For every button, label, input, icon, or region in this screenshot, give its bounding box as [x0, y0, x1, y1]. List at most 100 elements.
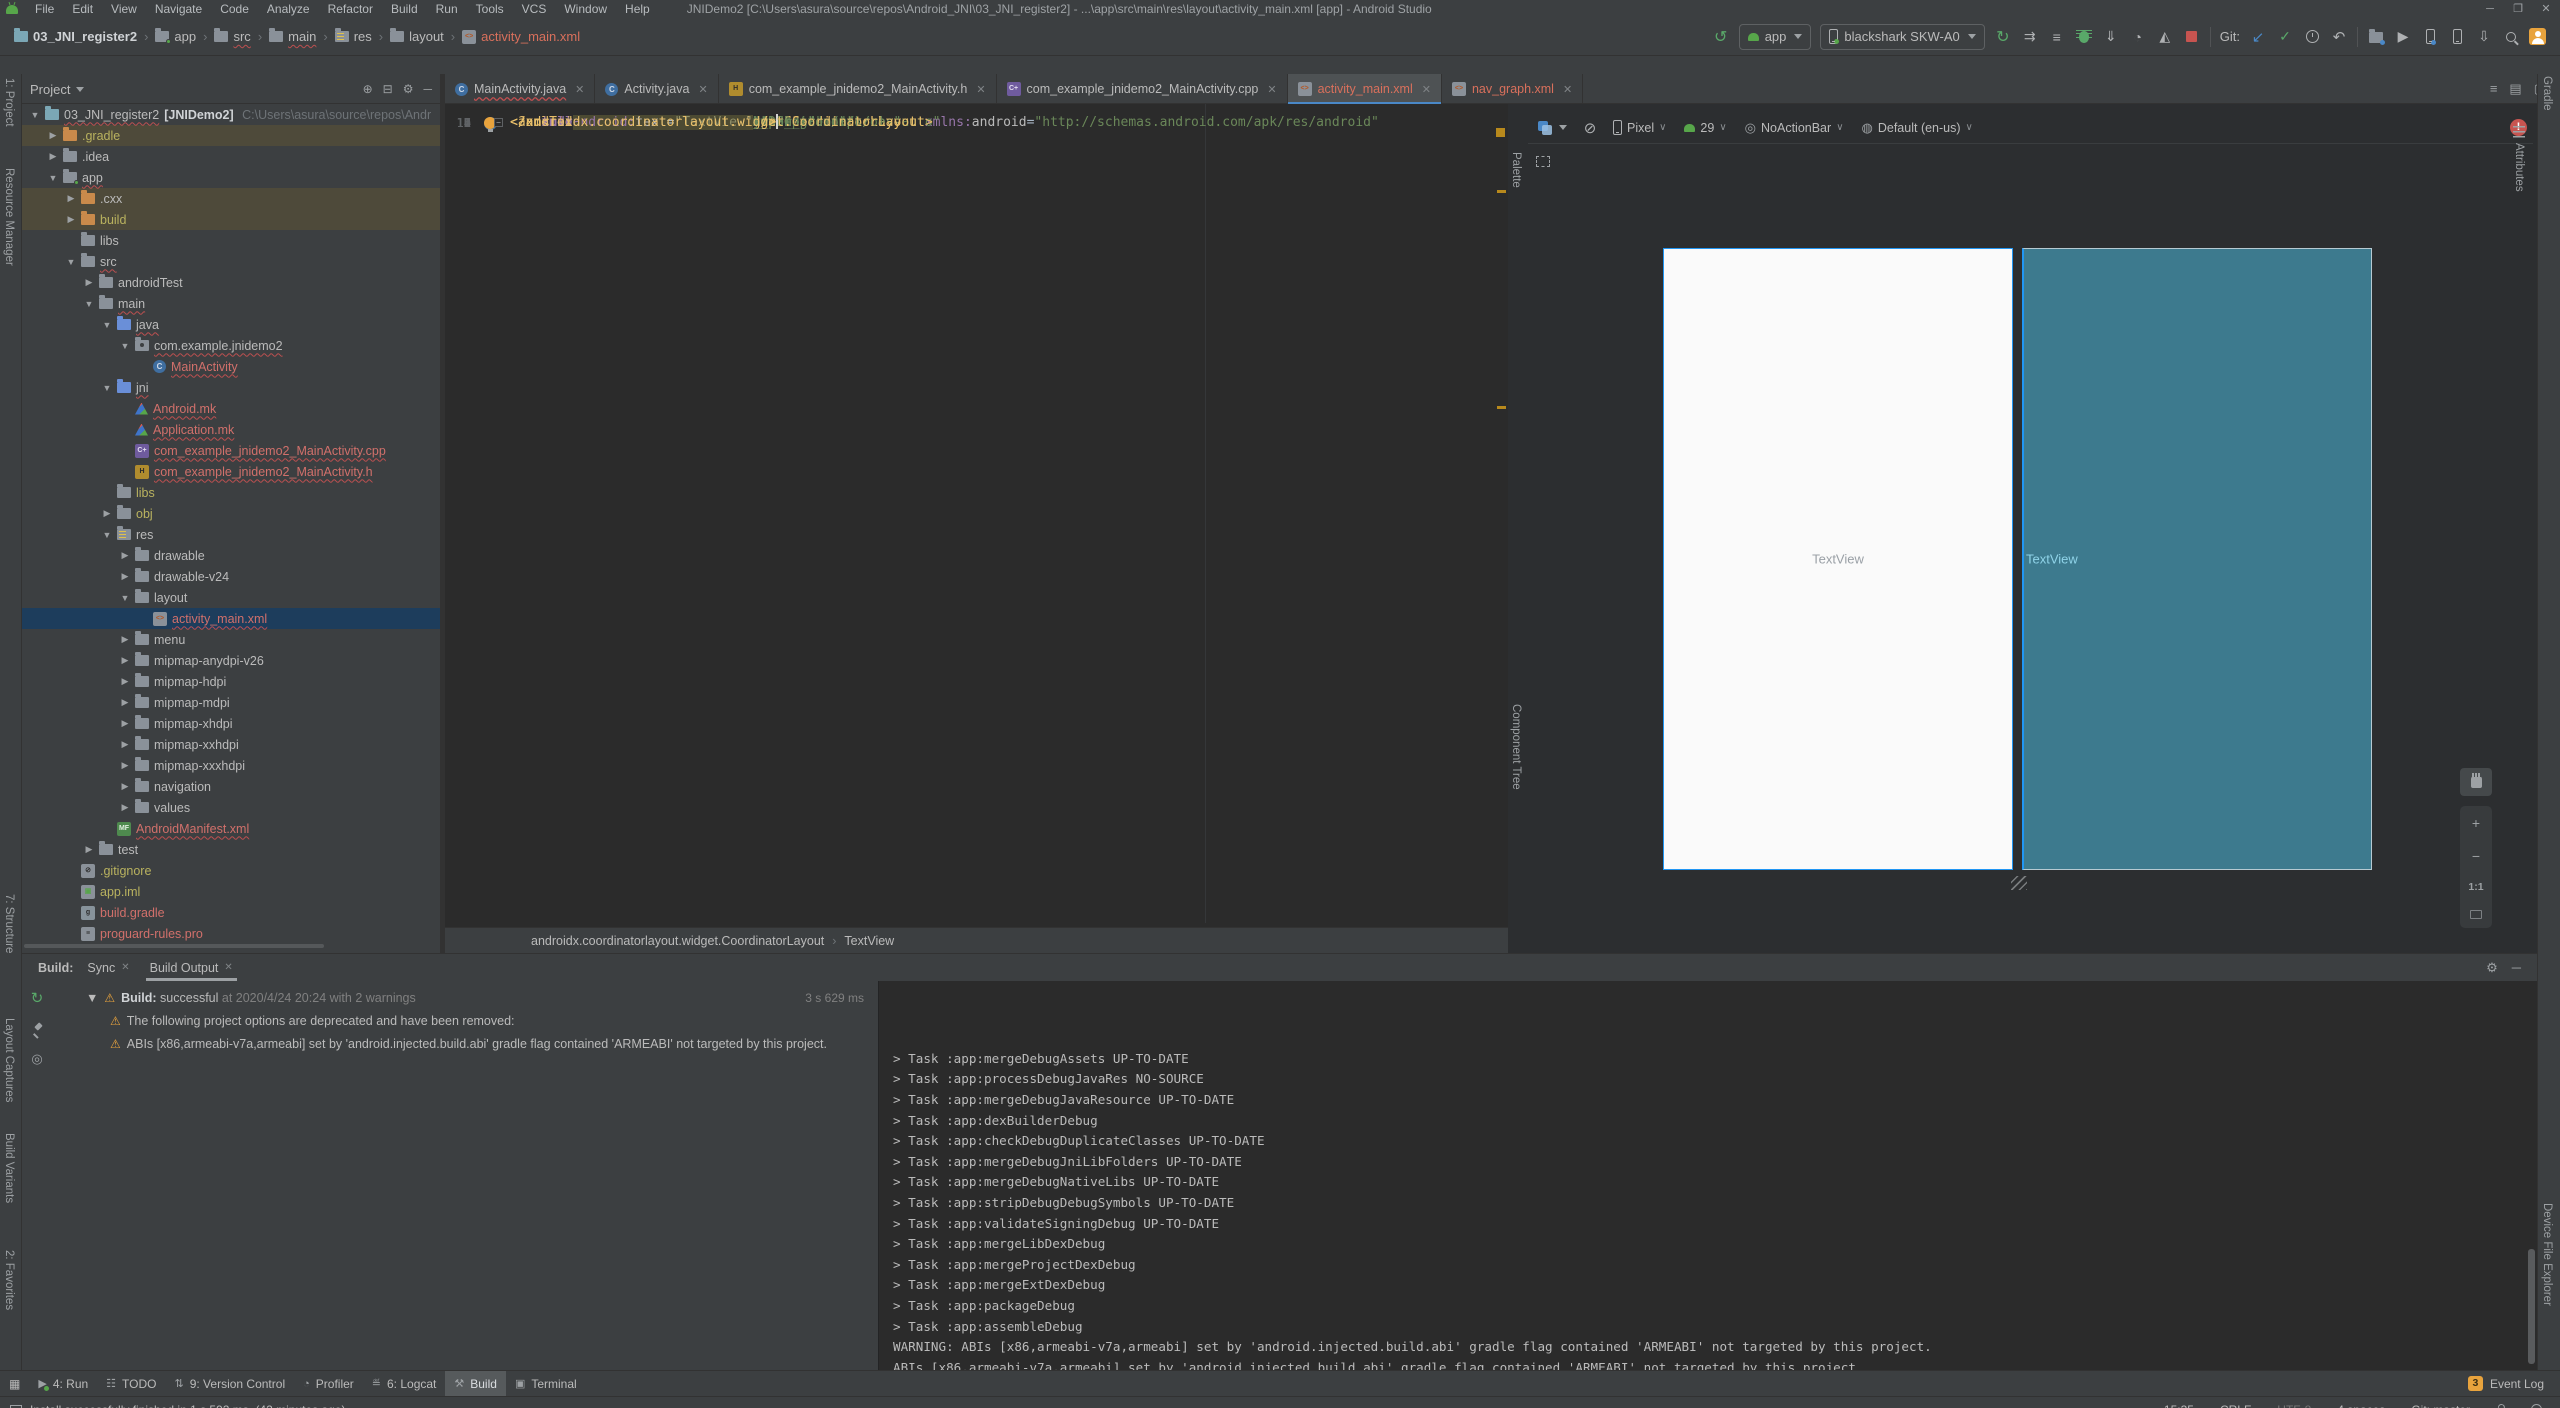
git-branch-indicator[interactable]: Git: master: [2411, 1403, 2470, 1408]
pan-button[interactable]: [2460, 768, 2492, 796]
tree-item-src[interactable]: ▼ src: [22, 251, 440, 272]
tree-collapse-icon[interactable]: ▼: [120, 593, 130, 603]
menu-item-view[interactable]: View: [102, 0, 146, 18]
toolwindow-9-version-control[interactable]: ⇅ 9: Version Control: [166, 1371, 295, 1397]
restart-build-icon[interactable]: ↻: [31, 989, 44, 1007]
zoom-out-button[interactable]: −: [2472, 848, 2480, 864]
tree-item-res[interactable]: ▼ res: [22, 524, 440, 545]
run-icon[interactable]: ↻: [1994, 28, 2012, 46]
apply-changes-icon[interactable]: ⇉: [2021, 28, 2039, 46]
build-hide-icon[interactable]: ─: [2512, 960, 2521, 976]
breadcrumb-item-src[interactable]: src: [210, 27, 254, 46]
tree-collapse-icon[interactable]: ▼: [30, 110, 40, 120]
tree-expand-icon[interactable]: ▶: [120, 718, 130, 729]
toolwindow-profiler[interactable]: ◔ Profiler: [294, 1371, 363, 1397]
tree-item-proguard-rules.pro[interactable]: ≡ proguard-rules.pro: [22, 923, 440, 944]
marquee-select-icon[interactable]: [1536, 156, 1550, 167]
menu-item-refactor[interactable]: Refactor: [319, 0, 382, 18]
canvas-resize-handle[interactable]: [2011, 876, 2027, 890]
tab-Activity.java[interactable]: C Activity.java ✕: [595, 74, 719, 104]
component-tree-tab[interactable]: Component Tree: [1510, 704, 1522, 790]
theme-dropdown[interactable]: ◎ NoActionBar ∨: [1741, 120, 1848, 136]
tree-expand-icon[interactable]: ▶: [48, 130, 58, 141]
tool-window-switcher-icon[interactable]: ▦: [0, 1371, 29, 1397]
tree-expand-icon[interactable]: ▶: [120, 550, 130, 561]
menu-item-build[interactable]: Build: [382, 0, 427, 18]
toolwindow-build[interactable]: ⚒ Build: [445, 1370, 506, 1397]
tab-com_example_jnidemo2_MainActivity.h[interactable]: Hcom_example_jnidemo2_MainActivity.h ✕: [719, 74, 997, 104]
menu-item-help[interactable]: Help: [616, 0, 659, 18]
tree-item-build[interactable]: ▶ build: [22, 209, 440, 230]
close-tab-icon[interactable]: ✕: [121, 962, 129, 973]
close-tab-icon[interactable]: ✕: [1563, 83, 1572, 96]
tree-item-com_example_jnidemo2_MainActivity.h[interactable]: Hcom_example_jnidemo2_MainActivity.h: [22, 461, 440, 482]
tab-activity_main.xml[interactable]: <> activity_main.xml ✕: [1287, 74, 1442, 105]
stripe-tab-1-project[interactable]: 1: Project: [3, 78, 15, 127]
tree-collapse-icon[interactable]: ▼: [84, 299, 94, 309]
tab-nav_graph.xml[interactable]: <> nav_graph.xml ✕: [1442, 74, 1584, 104]
close-button[interactable]: ✕: [2532, 0, 2560, 18]
stripe-tab-7-structure[interactable]: 7: Structure: [3, 894, 15, 953]
collapse-all-icon[interactable]: ⊟: [383, 82, 393, 96]
tree-expand-icon[interactable]: ▶: [120, 655, 130, 666]
tree-collapse-icon[interactable]: ▼: [120, 341, 130, 351]
tree-expand-icon[interactable]: ▶: [66, 214, 76, 225]
tree-collapse-icon[interactable]: ▼: [86, 990, 98, 1007]
tree-item-menu[interactable]: ▶ menu: [22, 629, 440, 650]
tree-expand-icon[interactable]: ▶: [84, 844, 94, 855]
tree-item-mipmap-xxxhdpi[interactable]: ▶ mipmap-xxxhdpi: [22, 755, 440, 776]
menu-item-analyze[interactable]: Analyze: [258, 0, 319, 18]
menu-item-window[interactable]: Window: [555, 0, 616, 18]
tree-collapse-icon[interactable]: ▼: [48, 173, 58, 183]
tree-item-build.gradle[interactable]: g build.gradle: [22, 902, 440, 923]
api-version-dropdown[interactable]: 29 ∨: [1680, 121, 1730, 135]
blueprint-view-frame[interactable]: TextView: [2022, 248, 2372, 870]
tree-expand-icon[interactable]: ▶: [120, 739, 130, 750]
device-selector-dropdown[interactable]: Pixel ∨: [1609, 120, 1670, 135]
project-panel-header[interactable]: Project ⊕ ⊟ ⚙ ─: [22, 74, 440, 104]
tree-collapse-icon[interactable]: ▼: [66, 257, 76, 267]
tree-item-mipmap-xhdpi[interactable]: ▶ mipmap-xhdpi: [22, 713, 440, 734]
tree-item-activity_main.xml[interactable]: <> activity_main.xml: [22, 608, 440, 629]
tree-item-navigation[interactable]: ▶ navigation: [22, 776, 440, 797]
profile-icon[interactable]: ◔: [2129, 28, 2147, 46]
stripe-tab-2-favorites[interactable]: 2: Favorites: [3, 1250, 15, 1310]
zoom-ratio-button[interactable]: 1:1: [2468, 881, 2483, 893]
indent-indicator[interactable]: 4 spaces: [2337, 1403, 2385, 1408]
tree-item-mipmap-xxhdpi[interactable]: ▶ mipmap-xxhdpi: [22, 734, 440, 755]
palette-tab[interactable]: Palette: [1510, 152, 1522, 188]
code-editor[interactable]: 1<?xml version="1.0" encoding="utf-8"?>2…: [445, 104, 1508, 953]
line-ending-indicator[interactable]: CRLF: [2220, 1403, 2251, 1408]
search-everywhere-icon[interactable]: [2502, 28, 2520, 46]
filter-icon[interactable]: ◎: [31, 1051, 42, 1067]
tree-item-drawable[interactable]: ▶ drawable: [22, 545, 440, 566]
breadcrumb-item-res[interactable]: res: [331, 27, 376, 46]
tree-expand-icon[interactable]: ▶: [120, 571, 130, 582]
breadcrumb-item-layout[interactable]: layout: [386, 27, 448, 46]
tree-collapse-icon[interactable]: ▼: [102, 383, 112, 393]
console-scrollbar[interactable]: [2528, 1249, 2535, 1364]
run-tasks-icon[interactable]: ≡: [2048, 28, 2066, 46]
git-update-icon[interactable]: ↙: [2249, 28, 2267, 46]
build-settings-gear-icon[interactable]: ⚙: [2486, 960, 2498, 976]
attach-debugger-icon[interactable]: ⇓: [2102, 28, 2120, 46]
debug-icon[interactable]: [2075, 28, 2093, 46]
toolwindow-6-logcat[interactable]: ≝ 6: Logcat: [363, 1371, 446, 1397]
editor-list-icon[interactable]: ≡: [2490, 81, 2498, 96]
split-editor-icon[interactable]: ▤: [2509, 81, 2521, 97]
tree-expand-icon[interactable]: ▶: [102, 508, 112, 519]
close-tab-icon[interactable]: ✕: [1422, 83, 1431, 96]
build-tab-sync[interactable]: Sync ✕: [77, 954, 139, 981]
tree-item-androidTest[interactable]: ▶ androidTest: [22, 272, 440, 293]
tree-item-mipmap-mdpi[interactable]: ▶ mipmap-mdpi: [22, 692, 440, 713]
tree-expand-icon[interactable]: ▶: [84, 277, 94, 288]
tree-item-Android.mk[interactable]: Android.mk: [22, 398, 440, 419]
tree-item-mipmap-anydpi-v26[interactable]: ▶ mipmap-anydpi-v26: [22, 650, 440, 671]
profile-avatar[interactable]: [2529, 28, 2546, 45]
tree-collapse-icon[interactable]: ▼: [102, 320, 112, 330]
menu-item-run[interactable]: Run: [427, 0, 467, 18]
tree-item-test[interactable]: ▶ test: [22, 839, 440, 860]
settings-gear-icon[interactable]: ⚙: [403, 82, 414, 96]
zoom-in-button[interactable]: +: [2472, 815, 2480, 831]
fold-marker-icon[interactable]: −: [494, 118, 503, 127]
